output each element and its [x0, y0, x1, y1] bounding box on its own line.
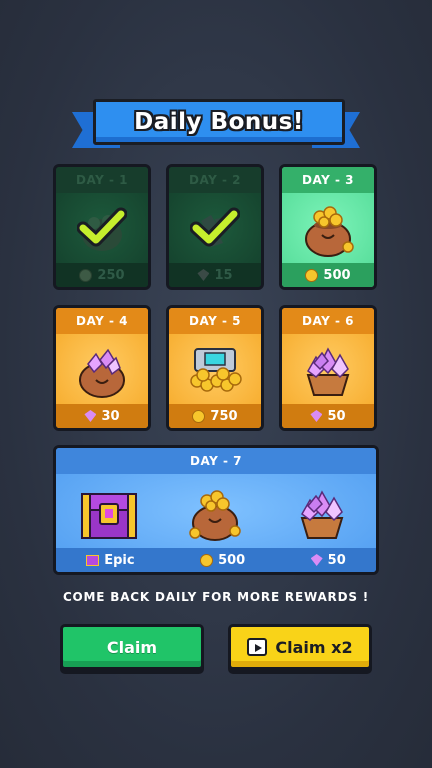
day-6-amount: 50 — [327, 408, 346, 424]
day-7-gem-amount: 50 — [327, 552, 346, 568]
day-7-chest-label: Epic — [104, 552, 135, 568]
gem-icon — [310, 410, 323, 422]
gem-icon — [310, 554, 323, 566]
day-6-card: DAY - 6 50 — [279, 305, 377, 431]
chest-icon — [86, 554, 100, 566]
day-7-rewards: Epic 500 50 — [56, 548, 376, 572]
day-7-card: DAY - 7 Epic 500 50 — [53, 445, 379, 575]
coin-pot-icon — [189, 490, 241, 541]
claim-x2-button[interactable]: Claim x2 — [228, 624, 372, 670]
gem-basket-icon — [282, 336, 374, 406]
day-5-reward: 750 — [169, 404, 261, 428]
gem-bag-icon — [56, 336, 148, 406]
video-ad-icon — [247, 638, 268, 656]
checkmark-icon — [77, 207, 127, 247]
claim-x2-button-label: Claim x2 — [275, 637, 353, 657]
epic-chest-icon — [81, 493, 137, 539]
claim-button-label: Claim — [106, 637, 158, 657]
day-3-card[interactable]: DAY - 3 500 — [279, 164, 377, 290]
day-7-label: DAY - 7 — [56, 448, 376, 474]
day-7-reward-coins: 500 — [200, 553, 245, 568]
day-4-amount: 30 — [101, 408, 120, 424]
day-3-label: DAY - 3 — [282, 167, 374, 193]
day-6-reward: 50 — [282, 404, 374, 428]
day-4-label: DAY - 4 — [56, 308, 148, 334]
checkmark-icon — [190, 207, 240, 247]
day-2-label: DAY - 2 — [169, 167, 261, 193]
day-1-amount: 250 — [97, 267, 125, 283]
title-ribbon: Daily Bonus! — [93, 99, 345, 145]
day-1-reward: 250 — [56, 263, 148, 287]
day-1-card: DAY - 1 250 — [53, 164, 151, 290]
coin-pot-icon — [282, 195, 374, 265]
coin-icon — [79, 268, 93, 282]
coin-icon — [200, 553, 214, 567]
day-4-card: DAY - 4 30 — [53, 305, 151, 431]
day-2-card: DAY - 2 15 — [166, 164, 264, 290]
day-5-amount: 750 — [210, 408, 238, 424]
gem-basket-icon — [300, 490, 344, 539]
day-2-amount: 15 — [214, 267, 233, 283]
coin-icon — [305, 268, 319, 282]
day-7-reward-gems: 50 — [310, 552, 346, 568]
day-4-reward: 30 — [56, 404, 148, 428]
day-2-reward: 15 — [169, 263, 261, 287]
page-title: Daily Bonus! — [134, 109, 304, 135]
coin-chest-icon — [169, 336, 261, 406]
day-6-label: DAY - 6 — [282, 308, 374, 334]
day-3-reward: 500 — [282, 263, 374, 287]
day-1-label: DAY - 1 — [56, 167, 148, 193]
day-7-rewards-art — [56, 478, 376, 550]
gem-icon — [197, 269, 210, 281]
coin-icon — [192, 409, 206, 423]
claim-button[interactable]: Claim — [60, 624, 204, 670]
day-3-amount: 500 — [323, 267, 351, 283]
day-5-card: DAY - 5 750 — [166, 305, 264, 431]
gem-icon — [84, 410, 97, 422]
day-7-reward-chest: Epic — [86, 552, 135, 568]
day-7-coin-amount: 500 — [218, 552, 246, 568]
day-5-label: DAY - 5 — [169, 308, 261, 334]
come-back-tip: COME BACK DAILY FOR MORE REWARDS ! — [62, 590, 370, 604]
